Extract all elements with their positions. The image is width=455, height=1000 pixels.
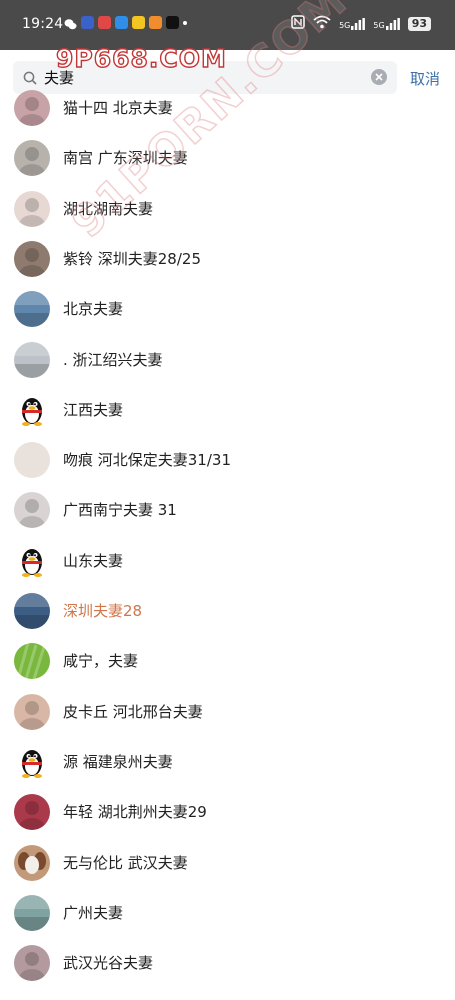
- watermark-top: 9P668.COM: [55, 43, 227, 73]
- tiktok-icon: [166, 16, 179, 29]
- avatar: [14, 894, 50, 931]
- contact-name: 深圳夫妻28: [63, 602, 143, 620]
- contact-name: 紫铃 深圳夫妻28/25: [63, 249, 201, 268]
- avatar: [14, 844, 50, 881]
- app-icon-red: [98, 16, 111, 29]
- contact-name: 源 福建泉州夫妻: [63, 752, 173, 771]
- list-item[interactable]: . 浙江绍兴夫妻: [0, 335, 455, 385]
- app-icon-blue: [81, 16, 94, 29]
- avatar: [14, 492, 50, 529]
- contact-name: 皮卡丘 河北邢台夫妻: [63, 702, 203, 721]
- contact-name: 吻痕 河北保定夫妻31/31: [63, 451, 231, 470]
- signal-icon-2: 5G: [373, 17, 400, 30]
- avatar: [14, 593, 50, 629]
- list-item[interactable]: 北京夫妻: [0, 284, 455, 334]
- list-item[interactable]: 年轻 湖北荆州夫妻29: [0, 787, 455, 837]
- list-item[interactable]: 广州夫妻: [0, 888, 455, 938]
- contact-name: 广州夫妻: [63, 903, 124, 922]
- contact-name: 武汉光谷夫妻: [63, 954, 154, 973]
- list-item[interactable]: 江西夫妻: [0, 385, 455, 435]
- list-item[interactable]: 山东夫妻: [0, 536, 455, 586]
- status-time: 19:24: [22, 16, 64, 32]
- wechat-icon: [64, 16, 77, 30]
- status-bar: 19:24 5G 5G 93: [0, 0, 455, 50]
- contact-name: 咸宁，夫妻: [63, 652, 139, 671]
- list-item[interactable]: 源 福建泉州夫妻: [0, 737, 455, 787]
- list-item[interactable]: 皮卡丘 河北邢台夫妻: [0, 687, 455, 737]
- app-icon-yellow: [132, 16, 145, 29]
- list-item[interactable]: 无与伦比 武汉夫妻: [0, 838, 455, 888]
- avatar: [14, 643, 50, 680]
- qq-penguin-avatar: [14, 743, 50, 780]
- avatar: [14, 190, 50, 227]
- avatar: [14, 341, 50, 378]
- list-item[interactable]: 武汉光谷夫妻: [0, 938, 455, 988]
- avatar: [14, 442, 50, 479]
- contact-name: 广西南宁夫妻 31: [63, 501, 177, 520]
- contact-name: 山东夫妻: [63, 551, 124, 570]
- battery-indicator: 93: [407, 16, 431, 31]
- contact-name: 猫十四 北京夫妻: [63, 99, 173, 117]
- list-item[interactable]: 吻痕 河北保定夫妻31/31: [0, 435, 455, 485]
- contact-name: 江西夫妻: [63, 400, 124, 419]
- list-item[interactable]: 深圳夫妻28: [0, 586, 455, 636]
- app-icon-orange: [149, 16, 162, 29]
- avatar: [14, 693, 50, 730]
- list-item[interactable]: 广西南宁夫妻 31: [0, 485, 455, 535]
- qq-icon: [115, 16, 128, 29]
- contact-name: 北京夫妻: [63, 300, 124, 319]
- contact-name: . 浙江绍兴夫妻: [63, 350, 163, 369]
- avatar: [14, 90, 50, 126]
- avatar: [14, 140, 50, 177]
- avatar: [14, 240, 50, 277]
- list-item[interactable]: 咸宁，夫妻: [0, 636, 455, 686]
- list-item[interactable]: 紫铃 深圳夫妻28/25: [0, 234, 455, 284]
- qq-penguin-avatar: [14, 542, 50, 579]
- notification-icons: [64, 16, 187, 30]
- contact-name: 年轻 湖北荆州夫妻29: [63, 803, 207, 822]
- avatar: [14, 945, 50, 982]
- avatar: [14, 794, 50, 831]
- list-item[interactable]: 南宫 广东深圳夫妻: [0, 133, 455, 183]
- contact-name: 无与伦比 武汉夫妻: [63, 853, 188, 872]
- qq-penguin-avatar: [14, 391, 50, 428]
- more-dot-icon: [183, 20, 187, 25]
- avatar: [14, 291, 50, 328]
